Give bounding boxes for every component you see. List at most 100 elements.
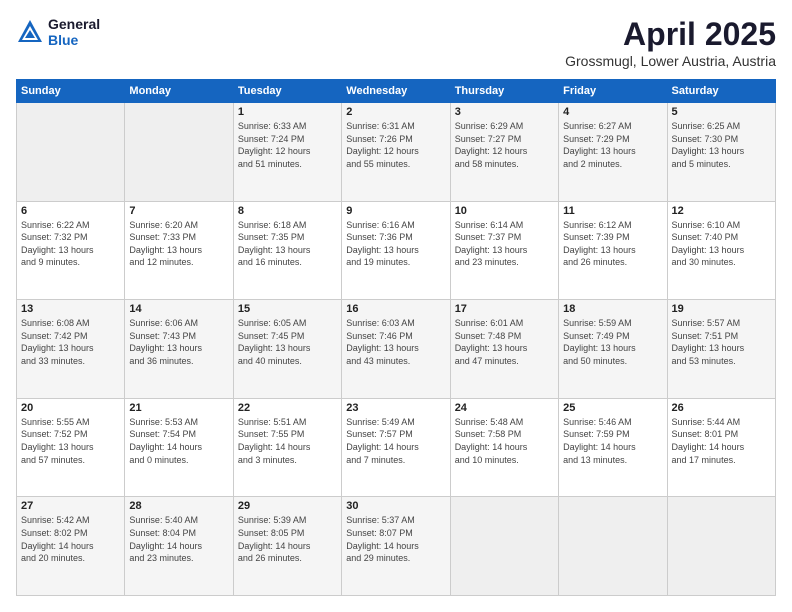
- calendar-cell: 14Sunrise: 6:06 AM Sunset: 7:43 PM Dayli…: [125, 300, 233, 399]
- calendar-week-row: 27 Sunrise: 5:42 AM Sunset: 8:02 PM Dayli…: [17, 497, 776, 596]
- cell-daylight-info: Sunrise: 5:40 AM Sunset: 8:04 PM Dayligh…: [129, 514, 228, 564]
- day-number: 29: [238, 500, 337, 512]
- day-number: 17: [455, 303, 554, 315]
- day-number: 14: [129, 303, 228, 315]
- cell-daylight-info: Sunrise: 5:48 AM Sunset: 7:58 PM Dayligh…: [455, 416, 554, 466]
- weekday-header: Sunday: [17, 80, 125, 103]
- day-number: 5: [672, 106, 771, 118]
- calendar-cell: 23 Sunrise: 5:49 AM Sunset: 7:57 PM Dayli…: [342, 398, 450, 497]
- cell-daylight-info: Sunrise: 5:44 AM Sunset: 8:01 PM Dayligh…: [672, 416, 771, 466]
- weekday-header: Tuesday: [233, 80, 341, 103]
- weekday-header: Thursday: [450, 80, 558, 103]
- calendar-cell: 10 Sunrise: 6:14 AM Sunset: 7:37 PM Dayli…: [450, 201, 558, 300]
- calendar-cell: 16Sunrise: 6:03 AM Sunset: 7:46 PM Dayli…: [342, 300, 450, 399]
- calendar-week-row: 6 Sunrise: 6:22 AM Sunset: 7:32 PM Daylig…: [17, 201, 776, 300]
- month-year: April 2025: [565, 16, 776, 53]
- cell-daylight-info: Sunrise: 6:22 AM Sunset: 7:32 PM Dayligh…: [21, 219, 120, 269]
- cell-daylight-info: Sunrise: 6:12 AM Sunset: 7:39 PM Dayligh…: [563, 219, 662, 269]
- calendar-cell: 4Sunrise: 6:27 AM Sunset: 7:29 PM Daylig…: [559, 103, 667, 202]
- cell-daylight-info: Sunrise: 5:37 AM Sunset: 8:07 PM Dayligh…: [346, 514, 445, 564]
- calendar-cell: 17 Sunrise: 6:01 AM Sunset: 7:48 PM Dayli…: [450, 300, 558, 399]
- cell-daylight-info: Sunrise: 5:59 AM Sunset: 7:49 PM Dayligh…: [563, 317, 662, 367]
- calendar-cell: [450, 497, 558, 596]
- calendar-cell: 3Sunrise: 6:29 AM Sunset: 7:27 PM Daylig…: [450, 103, 558, 202]
- weekday-header: Friday: [559, 80, 667, 103]
- day-number: 24: [455, 402, 554, 414]
- calendar-cell: 18 Sunrise: 5:59 AM Sunset: 7:49 PM Dayli…: [559, 300, 667, 399]
- cell-daylight-info: Sunrise: 6:01 AM Sunset: 7:48 PM Dayligh…: [455, 317, 554, 367]
- day-number: 25: [563, 402, 662, 414]
- cell-daylight-info: Sunrise: 6:08 AM Sunset: 7:42 PM Dayligh…: [21, 317, 120, 367]
- calendar-cell: 6 Sunrise: 6:22 AM Sunset: 7:32 PM Daylig…: [17, 201, 125, 300]
- calendar-cell: [17, 103, 125, 202]
- cell-daylight-info: Sunrise: 5:55 AM Sunset: 7:52 PM Dayligh…: [21, 416, 120, 466]
- calendar-cell: 9 Sunrise: 6:16 AM Sunset: 7:36 PM Daylig…: [342, 201, 450, 300]
- cell-daylight-info: Sunrise: 6:10 AM Sunset: 7:40 PM Dayligh…: [672, 219, 771, 269]
- header: General Blue April 2025 Grossmugl, Lower…: [16, 16, 776, 69]
- calendar-cell: 2Sunrise: 6:31 AM Sunset: 7:26 PM Daylig…: [342, 103, 450, 202]
- cell-daylight-info: Sunrise: 5:46 AM Sunset: 7:59 PM Dayligh…: [563, 416, 662, 466]
- day-number: 9: [346, 205, 445, 217]
- calendar-week-row: 20 Sunrise: 5:55 AM Sunset: 7:52 PM Dayli…: [17, 398, 776, 497]
- calendar-cell: 26 Sunrise: 5:44 AM Sunset: 8:01 PM Dayli…: [667, 398, 775, 497]
- day-number: 28: [129, 500, 228, 512]
- day-number: 8: [238, 205, 337, 217]
- calendar-cell: 19Sunrise: 5:57 AM Sunset: 7:51 PM Dayli…: [667, 300, 775, 399]
- day-number: 7: [129, 205, 228, 217]
- calendar-cell: 20 Sunrise: 5:55 AM Sunset: 7:52 PM Dayli…: [17, 398, 125, 497]
- day-number: 10: [455, 205, 554, 217]
- day-number: 15: [238, 303, 337, 315]
- weekday-header: Saturday: [667, 80, 775, 103]
- weekday-header-row: SundayMondayTuesdayWednesdayThursdayFrid…: [17, 80, 776, 103]
- calendar-cell: 21 Sunrise: 5:53 AM Sunset: 7:54 PM Dayli…: [125, 398, 233, 497]
- calendar-cell: 24 Sunrise: 5:48 AM Sunset: 7:58 PM Dayli…: [450, 398, 558, 497]
- cell-daylight-info: Sunrise: 6:16 AM Sunset: 7:36 PM Dayligh…: [346, 219, 445, 269]
- cell-daylight-info: Sunrise: 6:14 AM Sunset: 7:37 PM Dayligh…: [455, 219, 554, 269]
- cell-daylight-info: Sunrise: 5:42 AM Sunset: 8:02 PM Dayligh…: [21, 514, 120, 564]
- day-number: 18: [563, 303, 662, 315]
- calendar-cell: 22 Sunrise: 5:51 AM Sunset: 7:55 PM Dayli…: [233, 398, 341, 497]
- cell-daylight-info: Sunrise: 5:57 AM Sunset: 7:51 PM Dayligh…: [672, 317, 771, 367]
- cell-daylight-info: Sunrise: 6:33 AM Sunset: 7:24 PM Dayligh…: [238, 120, 337, 170]
- day-number: 21: [129, 402, 228, 414]
- calendar-cell: 29 Sunrise: 5:39 AM Sunset: 8:05 PM Dayli…: [233, 497, 341, 596]
- day-number: 2: [346, 106, 445, 118]
- day-number: 22: [238, 402, 337, 414]
- cell-daylight-info: Sunrise: 5:53 AM Sunset: 7:54 PM Dayligh…: [129, 416, 228, 466]
- day-number: 6: [21, 205, 120, 217]
- calendar-cell: 25 Sunrise: 5:46 AM Sunset: 7:59 PM Dayli…: [559, 398, 667, 497]
- calendar-cell: 7 Sunrise: 6:20 AM Sunset: 7:33 PM Daylig…: [125, 201, 233, 300]
- cell-daylight-info: Sunrise: 5:39 AM Sunset: 8:05 PM Dayligh…: [238, 514, 337, 564]
- title-block: April 2025 Grossmugl, Lower Austria, Aus…: [565, 16, 776, 69]
- logo-icon: [16, 18, 44, 46]
- day-number: 30: [346, 500, 445, 512]
- calendar-cell: 5 Sunrise: 6:25 AM Sunset: 7:30 PM Daylig…: [667, 103, 775, 202]
- cell-daylight-info: Sunrise: 6:20 AM Sunset: 7:33 PM Dayligh…: [129, 219, 228, 269]
- calendar-cell: 1Sunrise: 6:33 AM Sunset: 7:24 PM Daylig…: [233, 103, 341, 202]
- day-number: 4: [563, 106, 662, 118]
- cell-daylight-info: Sunrise: 6:18 AM Sunset: 7:35 PM Dayligh…: [238, 219, 337, 269]
- cell-daylight-info: Sunrise: 6:29 AM Sunset: 7:27 PM Dayligh…: [455, 120, 554, 170]
- calendar: SundayMondayTuesdayWednesdayThursdayFrid…: [16, 79, 776, 596]
- calendar-cell: 28 Sunrise: 5:40 AM Sunset: 8:04 PM Dayli…: [125, 497, 233, 596]
- calendar-week-row: 13Sunrise: 6:08 AM Sunset: 7:42 PM Dayli…: [17, 300, 776, 399]
- calendar-cell: 27 Sunrise: 5:42 AM Sunset: 8:02 PM Dayli…: [17, 497, 125, 596]
- calendar-cell: 30 Sunrise: 5:37 AM Sunset: 8:07 PM Dayli…: [342, 497, 450, 596]
- cell-daylight-info: Sunrise: 5:51 AM Sunset: 7:55 PM Dayligh…: [238, 416, 337, 466]
- location: Grossmugl, Lower Austria, Austria: [565, 53, 776, 69]
- day-number: 11: [563, 205, 662, 217]
- logo: General Blue: [16, 16, 100, 48]
- cell-daylight-info: Sunrise: 5:49 AM Sunset: 7:57 PM Dayligh…: [346, 416, 445, 466]
- day-number: 12: [672, 205, 771, 217]
- day-number: 26: [672, 402, 771, 414]
- calendar-cell: 8 Sunrise: 6:18 AM Sunset: 7:35 PM Daylig…: [233, 201, 341, 300]
- cell-daylight-info: Sunrise: 6:25 AM Sunset: 7:30 PM Dayligh…: [672, 120, 771, 170]
- logo-text: General Blue: [48, 16, 100, 48]
- cell-daylight-info: Sunrise: 6:05 AM Sunset: 7:45 PM Dayligh…: [238, 317, 337, 367]
- calendar-cell: 11 Sunrise: 6:12 AM Sunset: 7:39 PM Dayli…: [559, 201, 667, 300]
- calendar-cell: [667, 497, 775, 596]
- day-number: 23: [346, 402, 445, 414]
- day-number: 20: [21, 402, 120, 414]
- day-number: 27: [21, 500, 120, 512]
- weekday-header: Wednesday: [342, 80, 450, 103]
